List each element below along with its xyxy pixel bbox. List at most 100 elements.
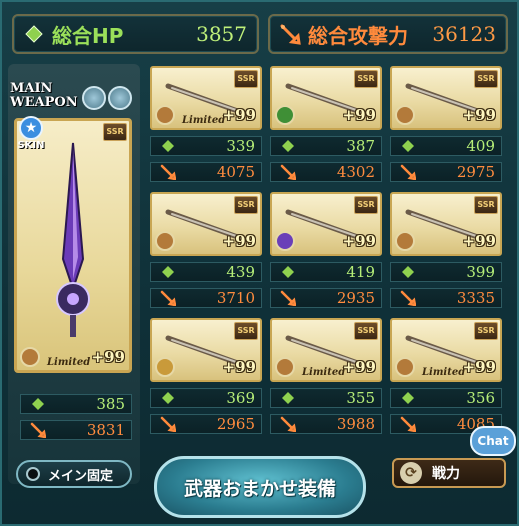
element-icon <box>155 357 175 377</box>
plus-level: +99 <box>342 106 376 124</box>
radio-icon <box>26 467 40 481</box>
weapon-atk-row: 3988 <box>270 414 382 434</box>
weapon-hp-row: 356 <box>390 388 502 408</box>
weapon-atk: 4075 <box>216 163 255 181</box>
attack-icon <box>159 290 177 306</box>
weapon-atk-row: 2975 <box>390 162 502 182</box>
main-weapon-card[interactable]: SSR Limited +99 <box>14 118 132 373</box>
plus-level: +99 <box>462 358 496 376</box>
weapon-hp-row: 369 <box>150 388 262 408</box>
attack-icon <box>159 164 177 180</box>
weapon-atk-row: 4075 <box>150 162 262 182</box>
total-attack-value: 36123 <box>432 22 496 46</box>
refresh-icon: ⟳ <box>400 462 422 484</box>
weapon-hp: 409 <box>466 137 495 155</box>
plus-level: +99 <box>462 106 496 124</box>
weapon-hp: 419 <box>346 263 375 281</box>
power-button[interactable]: ⟳ 戦力 <box>392 458 506 488</box>
weapon-slot-9[interactable]: SSR Limited +99 <box>390 318 502 382</box>
limited-tag: Limited <box>302 367 346 378</box>
element-icon <box>20 347 40 367</box>
weapon-hp: 399 <box>466 263 495 281</box>
hp-icon <box>279 390 297 406</box>
weapon-slot-5[interactable]: SSR +99 <box>270 192 382 256</box>
skin-badge[interactable]: ★ SKIN <box>16 116 46 156</box>
hp-icon <box>20 20 48 48</box>
rarity-badge: SSR <box>354 322 378 340</box>
weapon-hp: 387 <box>346 137 375 155</box>
plus-level: +99 <box>222 106 256 124</box>
attack-icon <box>29 422 47 438</box>
main-weapon-hp: 385 <box>96 395 125 413</box>
hp-icon <box>159 390 177 406</box>
attack-icon <box>399 164 417 180</box>
weapon-hp-row: 409 <box>390 136 502 156</box>
hp-icon <box>159 138 177 154</box>
rarity-badge: SSR <box>234 196 258 214</box>
element-icon <box>275 231 295 251</box>
rarity-badge: SSR <box>474 196 498 214</box>
attack-icon <box>279 164 297 180</box>
star-icon: ★ <box>19 116 43 140</box>
hp-icon <box>399 138 417 154</box>
limited-tag: Limited <box>47 357 91 368</box>
hp-icon <box>279 264 297 280</box>
weapon-atk-row: 3710 <box>150 288 262 308</box>
weapon-slot-7[interactable]: SSR +99 <box>150 318 262 382</box>
weapon-slot-6[interactable]: SSR +99 <box>390 192 502 256</box>
attack-icon <box>279 290 297 306</box>
weapon-hp-row: 439 <box>150 262 262 282</box>
weapon-hp: 355 <box>346 389 375 407</box>
chat-button[interactable]: Chat <box>470 426 516 456</box>
hp-icon <box>29 396 47 412</box>
auto-equip-button[interactable]: 武器おまかせ装備 <box>154 456 366 518</box>
rarity-badge: SSR <box>354 196 378 214</box>
rarity-badge: SSR <box>234 322 258 340</box>
total-hp-label: 総合HP <box>52 23 124 48</box>
main-fix-toggle[interactable]: メイン固定 <box>16 460 132 488</box>
weapon-atk-row: 2935 <box>270 288 382 308</box>
total-attack-bar: 総合攻撃力 36123 <box>268 14 508 54</box>
element-icon <box>275 357 295 377</box>
element-icon <box>155 105 175 125</box>
weapon-slot-4[interactable]: SSR +99 <box>150 192 262 256</box>
weapon-atk: 3335 <box>456 289 495 307</box>
weapon-hp-row: 355 <box>270 388 382 408</box>
main-weapon-tool2-icon[interactable] <box>108 86 132 110</box>
rarity-badge: SSR <box>474 70 498 88</box>
hp-icon <box>159 264 177 280</box>
weapon-slot-2[interactable]: SSR +99 <box>270 66 382 130</box>
weapon-slot-1[interactable]: SSR Limited +99 <box>150 66 262 130</box>
plus-level: +99 <box>462 232 496 250</box>
weapon-slot-3[interactable]: SSR +99 <box>390 66 502 130</box>
rarity-badge: SSR <box>474 322 498 340</box>
total-hp-bar: 総合HP 3857 <box>12 14 259 54</box>
weapon-hp: 356 <box>466 389 495 407</box>
weapon-hp-row: 387 <box>270 136 382 156</box>
weapon-hp: 369 <box>226 389 255 407</box>
main-weapon-hp-row: 385 <box>20 394 132 414</box>
weapon-atk: 2965 <box>216 415 255 433</box>
weapon-atk: 3710 <box>216 289 255 307</box>
limited-tag: Limited <box>422 367 466 378</box>
attack-icon <box>399 416 417 432</box>
weapon-atk-row: 4302 <box>270 162 382 182</box>
weapon-atk-row: 3335 <box>390 288 502 308</box>
total-hp-value: 3857 <box>196 22 247 46</box>
plus-level: +99 <box>222 358 256 376</box>
main-weapon-label: MAIN WEAPON <box>10 81 78 110</box>
total-attack-label: 総合攻撃力 <box>308 23 408 48</box>
attack-icon <box>276 20 304 48</box>
attack-icon <box>159 416 177 432</box>
weapon-slot-8[interactable]: SSR Limited +99 <box>270 318 382 382</box>
plus-level: +99 <box>342 232 376 250</box>
hp-icon <box>279 138 297 154</box>
element-icon <box>395 105 415 125</box>
weapon-atk-row: 2965 <box>150 414 262 434</box>
weapon-hp: 339 <box>226 137 255 155</box>
element-icon <box>155 231 175 251</box>
main-weapon-tool-icon[interactable] <box>82 86 106 110</box>
main-weapon-image <box>56 142 90 337</box>
weapon-hp: 439 <box>226 263 255 281</box>
attack-icon <box>399 290 417 306</box>
